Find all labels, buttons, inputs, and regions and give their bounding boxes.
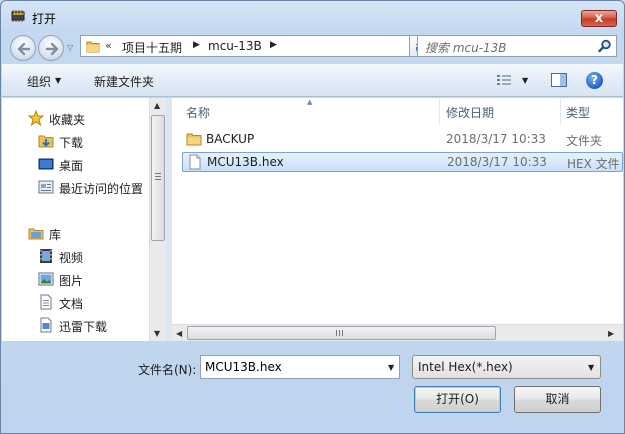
- sidebar-item-downloads[interactable]: 下载: [38, 132, 148, 152]
- app-chip-icon: [11, 10, 25, 22]
- file-date: 2018/3/17 10:33: [447, 155, 547, 169]
- sidebar-item-label: 视频: [59, 251, 84, 265]
- column-separator[interactable]: [560, 98, 561, 124]
- filename-combobox[interactable]: ▼: [200, 355, 400, 379]
- sidebar-item-label: 收藏夹: [49, 113, 86, 127]
- chevron-down-icon[interactable]: ▼: [388, 363, 394, 372]
- search-box[interactable]: 搜索 mcu-13B: [417, 35, 617, 57]
- column-header-type[interactable]: 类型: [566, 98, 623, 124]
- sidebar-item-thunder-downloads[interactable]: 迅雷下载: [38, 316, 148, 336]
- preview-pane-icon[interactable]: [551, 73, 567, 87]
- column-header-label: 修改日期: [446, 106, 495, 120]
- libraries-icon: [28, 228, 44, 240]
- folder-icon: [86, 41, 100, 53]
- scroll-up-icon[interactable]: ▲: [154, 101, 160, 110]
- desktop-icon: [38, 158, 54, 170]
- scroll-down-icon[interactable]: ▼: [154, 329, 160, 338]
- arrow-left-icon: [17, 42, 31, 56]
- file-type-filter-value: Intel Hex(*.hex): [418, 360, 513, 374]
- back-button[interactable]: [10, 35, 36, 61]
- file-type: 文件夹: [566, 134, 603, 148]
- sidebar-item-label: 迅雷下载: [59, 320, 108, 334]
- pictures-library-icon: [38, 272, 54, 286]
- video-library-icon: [40, 249, 52, 263]
- download-folder-icon: [38, 135, 54, 148]
- address-overflow-chevron[interactable]: «: [105, 39, 112, 52]
- column-header-label: 名称: [186, 106, 211, 120]
- scroll-right-icon[interactable]: ▶: [608, 329, 614, 338]
- scrollbar-thumb[interactable]: [187, 326, 496, 340]
- file-row-backup[interactable]: BACKUP 2018/3/17 10:33 文件夹: [182, 130, 623, 150]
- chevron-down-icon[interactable]: ▼: [588, 363, 594, 372]
- sidebar-item-pictures[interactable]: 图片: [38, 270, 148, 290]
- file-row-mcu13b-hex[interactable]: MCU13B.hex 2018/3/17 10:33 HEX 文件: [182, 152, 623, 172]
- close-button[interactable]: x: [581, 10, 617, 27]
- sidebar-item-documents[interactable]: 文档: [38, 293, 148, 313]
- file-type: HEX 文件: [567, 157, 620, 171]
- arrow-right-icon: [45, 42, 59, 56]
- breadcrumb-mcu[interactable]: mcu-13B: [208, 39, 262, 53]
- search-input[interactable]: 搜索 mcu-13B: [425, 39, 507, 56]
- thunder-download-icon: [40, 317, 52, 333]
- column-separator[interactable]: [439, 98, 440, 124]
- recent-places-icon: [38, 180, 54, 194]
- command-bar: 组织 ▼ 新建文件夹 ▼ ?: [2, 64, 623, 97]
- star-icon: [28, 110, 44, 126]
- navigation-pane: 收藏夹 下载 桌面 最近访问的位置 库 视频 图片 文档 迅雷下载: [2, 98, 166, 341]
- forward-button[interactable]: [38, 35, 64, 61]
- sidebar-item-recent[interactable]: 最近访问的位置: [38, 178, 148, 198]
- search-icon[interactable]: [598, 39, 612, 53]
- cancel-button[interactable]: 取消: [514, 386, 601, 413]
- column-header-name[interactable]: 名称: [186, 98, 436, 124]
- sidebar-item-libraries[interactable]: 库: [28, 224, 148, 244]
- sidebar-item-desktop[interactable]: 桌面: [38, 155, 148, 175]
- chevron-down-icon[interactable]: ▼: [55, 76, 61, 85]
- documents-library-icon: [40, 294, 52, 310]
- scrollbar-grip-icon: [336, 330, 343, 336]
- window-title: 打开: [32, 12, 57, 26]
- navigation-pane-scrollbar[interactable]: ▲ ▼: [149, 98, 166, 341]
- open-button[interactable]: 打开(O): [414, 386, 501, 413]
- breadcrumb-separator-icon[interactable]: ▶: [270, 40, 277, 50]
- sidebar-item-label: 下载: [59, 136, 84, 150]
- recent-pages-dropdown-icon[interactable]: ▽: [67, 43, 73, 52]
- title-bar: 打开 x: [1, 1, 624, 31]
- sidebar-item-label: 图片: [59, 274, 84, 288]
- file-name: BACKUP: [206, 132, 255, 146]
- column-header-date[interactable]: 修改日期: [446, 98, 556, 124]
- views-icon[interactable]: [496, 74, 512, 86]
- new-folder-button[interactable]: 新建文件夹: [94, 73, 154, 90]
- sidebar-item-videos[interactable]: 视频: [38, 247, 148, 267]
- views-dropdown-icon[interactable]: ▼: [522, 76, 528, 85]
- organize-button[interactable]: 组织: [27, 73, 51, 90]
- file-list-scrollbar[interactable]: ◀ ▶: [172, 324, 623, 341]
- sidebar-item-label: 文档: [59, 297, 84, 311]
- scroll-left-icon[interactable]: ◀: [176, 329, 182, 338]
- sidebar-item-label: 库: [49, 228, 62, 242]
- help-icon[interactable]: ?: [586, 72, 603, 89]
- file-name: MCU13B.hex: [207, 155, 284, 169]
- breadcrumb-project[interactable]: 项目十五期: [122, 39, 182, 56]
- folder-icon: [186, 133, 202, 146]
- close-icon: x: [594, 11, 604, 26]
- breadcrumb-separator-icon[interactable]: ▶: [193, 40, 200, 50]
- address-bar[interactable]: « 项目十五期 ▶ mcu-13B ▶ ▼: [80, 35, 449, 57]
- sidebar-item-label: 最近访问的位置: [59, 182, 144, 196]
- column-header-label: 类型: [566, 106, 591, 120]
- scrollbar-thumb[interactable]: [151, 115, 165, 241]
- filename-label: 文件名(N):: [138, 363, 197, 377]
- file-list: ▲ 名称 修改日期 类型 BACKUP 2018/3/17 10:33 文件夹: [172, 98, 623, 341]
- file-icon: [189, 154, 201, 170]
- file-date: 2018/3/17 10:33: [446, 132, 546, 146]
- filename-field[interactable]: [201, 356, 383, 378]
- sidebar-item-label: 桌面: [59, 159, 84, 173]
- scrollbar-grip-icon: [155, 173, 161, 180]
- file-type-filter[interactable]: Intel Hex(*.hex) ▼: [412, 355, 601, 379]
- sidebar-item-favorites[interactable]: 收藏夹: [28, 109, 148, 129]
- open-file-dialog: 打开 x ▽ « 项目十五期 ▶ mcu-13B ▶ ▼ 搜索 mcu-1: [0, 0, 625, 434]
